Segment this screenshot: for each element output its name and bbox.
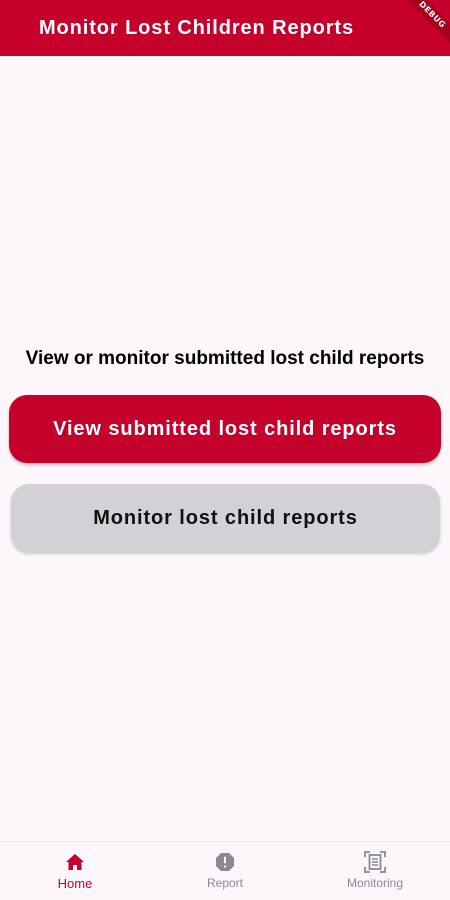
page-title: Monitor Lost Children Reports xyxy=(39,16,354,39)
view-reports-button[interactable]: View submitted lost child reports xyxy=(9,395,441,463)
debug-banner: DEBUG xyxy=(390,0,450,56)
nav-item-monitoring[interactable]: Monitoring xyxy=(300,842,450,900)
nav-label-home: Home xyxy=(57,876,93,891)
home-icon xyxy=(64,851,86,873)
monitor-reports-button[interactable]: Monitor lost child reports xyxy=(11,484,440,552)
debug-banner-label: DEBUG xyxy=(398,0,450,49)
nav-label-monitoring: Monitoring xyxy=(346,876,404,890)
document-scan-icon xyxy=(364,851,386,873)
nav-label-report: Report xyxy=(206,876,244,890)
bottom-navigation-bar: Home Report Monitoring xyxy=(0,841,450,900)
nav-item-report[interactable]: Report xyxy=(150,842,300,900)
instruction-text: View or monitor submitted lost child rep… xyxy=(25,348,425,369)
app-bar: Monitor Lost Children Reports DEBUG xyxy=(0,0,450,56)
main-content: View or monitor submitted lost child rep… xyxy=(0,56,450,842)
alert-octagon-icon xyxy=(214,851,236,873)
nav-item-home[interactable]: Home xyxy=(0,842,150,900)
